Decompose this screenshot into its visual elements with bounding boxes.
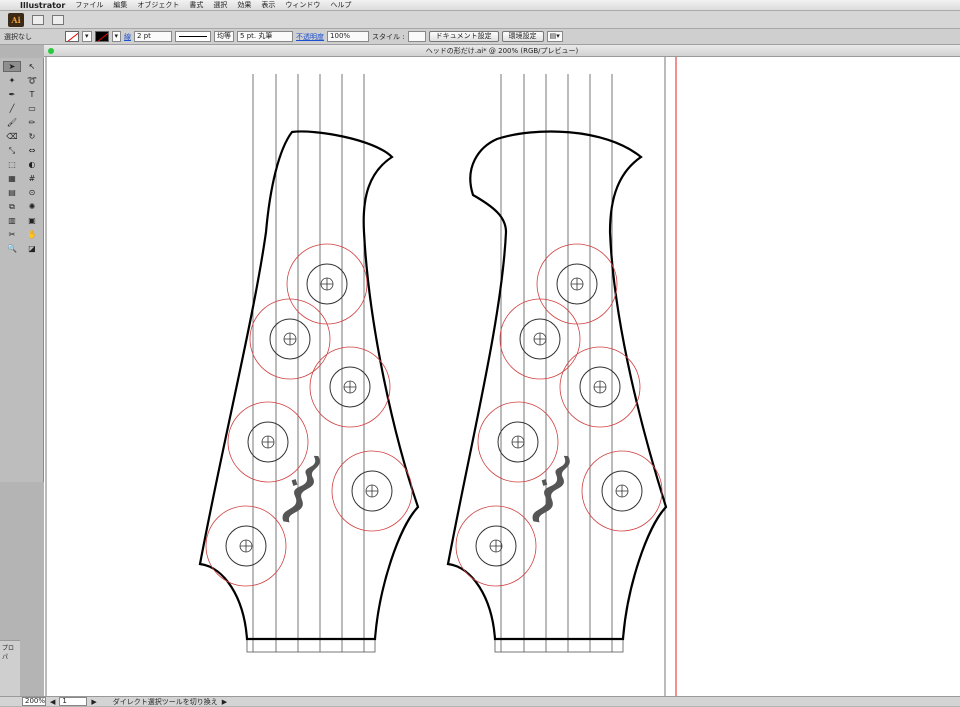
left-tuner-4 [227,401,309,483]
selection-icon[interactable]: ➤ [3,61,21,72]
eyedropper-icon[interactable]: ⊙ [23,187,41,198]
left-strings [252,74,365,652]
opacity-field[interactable]: 100% [327,31,370,42]
left-tuner-2 [249,298,331,380]
left-nut [246,638,376,653]
menu-bar: Illustrator ファイル 編集 オブジェクト 書式 選択 効果 表示 ウ… [0,0,960,11]
opacity-link[interactable]: 不透明度 [296,32,324,42]
artboard-icon[interactable]: ▣ [23,215,41,226]
left-tuner-3 [309,346,391,428]
paintbrush-icon[interactable]: 🖌 [3,117,21,128]
status-message: ダイレクト選択ツールを切り換え [112,697,218,706]
properties-panel[interactable]: プロパ [0,640,20,696]
brush-dropdown[interactable]: 5 pt. 丸筆 [237,31,294,42]
app-name-menu[interactable]: Illustrator [20,1,65,10]
selection-status: 選択なし [4,32,32,41]
right-nut [494,638,624,653]
mesh-icon[interactable]: # [23,173,41,184]
left-headstock [198,74,420,653]
status-bar: 200% ◀ 1 ▶ ダイレクト選択ツールを切り換え ▶ [0,696,960,706]
stroke-profile-preview[interactable] [175,31,212,42]
stroke-dropdown[interactable]: ▾ [111,31,122,42]
right-headstock [446,74,668,653]
rectangle-icon[interactable]: ▭ [23,103,41,114]
prev-artboard-icon[interactable]: ◀ [50,698,55,706]
gradient-icon[interactable]: ▤ [3,187,21,198]
line-icon[interactable]: ╱ [3,103,21,114]
tools-panel: ➤ ↖ ✦ ➰ ✒ T ╱ ▭ 🖌 ✏ ⌫ ↻ ⤡ ⇔ ⬚ ◐ ▦ # ▤ ⊙ ⧉ ✺ ▥ ▣ ✂ ✋ 🔍 ◪ [0,58,44,482]
menu-type[interactable]: 書式 [189,0,203,10]
style-label: スタイル : [372,32,405,41]
headstock-drawing [45,57,677,696]
symbol-sprayer-icon[interactable]: ✺ [23,201,41,212]
left-tuner-5 [331,450,413,532]
width-icon[interactable]: ⇔ [23,145,41,156]
rotate-icon[interactable]: ↻ [23,131,41,142]
next-artboard-icon[interactable]: ▶ [91,698,96,706]
blend-icon[interactable]: ⧉ [3,201,21,212]
left-tuner-6 [205,505,287,587]
graph-icon[interactable]: ▥ [3,215,21,226]
menu-view[interactable]: 表示 [261,0,275,10]
slice-icon[interactable]: ✂ [3,229,21,240]
menu-help[interactable]: ヘルプ [330,0,351,10]
direct-selection-icon[interactable]: ↖ [23,61,41,72]
stroke-swatch[interactable] [94,31,109,42]
fill-stroke-icon[interactable]: ◪ [23,243,41,254]
menu-effect[interactable]: 効果 [237,0,251,10]
preferences-button[interactable]: 環境設定 [501,31,544,42]
left-headstock-outline [198,130,420,641]
eraser-icon[interactable]: ⌫ [3,131,21,142]
right-strings [500,74,613,652]
type-icon[interactable]: T [23,89,41,100]
magic-wand-icon[interactable]: ✦ [3,75,21,86]
scale-icon[interactable]: ⤡ [3,145,21,156]
document-title: ヘッドの形だけ.ai* @ 200% (RGB/プレビュー) [425,47,579,55]
application-bar: Ai [0,11,960,29]
arrange-documents-icon[interactable] [52,14,64,25]
zoom-icon[interactable]: 🔍 [3,243,21,254]
style-dropdown[interactable] [407,31,426,42]
stroke-weight-field[interactable]: 2 pt [134,31,173,42]
arrange-icon[interactable]: ▤▾ [546,31,563,42]
app-logo: Ai [8,12,24,27]
control-bar: 選択なし ▾ ▾ 線 2 pt 均等 5 pt. 丸筆 不透明度 100% スタ… [0,29,960,45]
shape-builder-icon[interactable]: ◐ [23,159,41,170]
perspective-icon[interactable]: ▦ [3,173,21,184]
zoom-field[interactable]: 200% [22,697,46,706]
status-menu-icon[interactable]: ▶ [222,698,227,706]
window-zoom-button[interactable] [48,48,54,54]
fill-dropdown[interactable]: ▾ [82,31,92,42]
right-headstock-outline [446,130,668,641]
properties-panel-label: プロパ [2,645,15,661]
left-logo [282,455,320,523]
lasso-icon[interactable]: ➰ [23,75,41,86]
menu-window[interactable]: ウィンドウ [285,0,320,10]
document-tab[interactable]: ヘッドの形だけ.ai* @ 200% (RGB/プレビュー) [44,45,960,57]
menu-object[interactable]: オブジェクト [137,0,179,10]
document-setup-button[interactable]: ドキュメント設定 [428,31,499,42]
artboard-number-field[interactable]: 1 [59,697,88,706]
menu-file[interactable]: ファイル [75,0,103,10]
right-tuner-3 [559,346,641,428]
pen-icon[interactable]: ✒ [3,89,21,100]
right-tuner-5 [581,450,663,532]
artboard-canvas[interactable] [44,57,960,696]
fill-swatch[interactable] [65,31,79,42]
stroke-profile-dropdown[interactable]: 均等 [214,31,235,42]
free-transform-icon[interactable]: ⬚ [3,159,21,170]
hand-icon[interactable]: ✋ [23,229,41,240]
pencil-icon[interactable]: ✏ [23,117,41,128]
menu-select[interactable]: 選択 [213,0,227,10]
bridge-icon[interactable] [32,14,44,25]
menu-edit[interactable]: 編集 [113,0,127,10]
left-tuner-1 [286,243,368,325]
stroke-label-link[interactable]: 線 [124,32,131,42]
right-logo [532,455,570,523]
right-tuner-1 [536,243,618,325]
